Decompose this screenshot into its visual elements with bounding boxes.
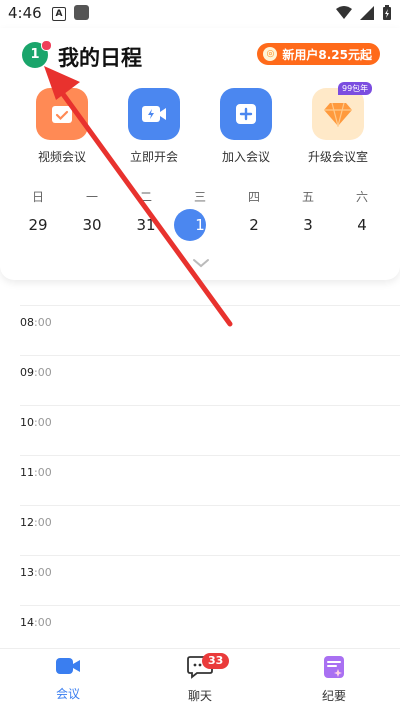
day-cell[interactable]: 2 [234,216,274,234]
hour: 09 [20,366,34,379]
promo-button[interactable]: ◎ 新用户8.25元起 [257,43,380,65]
day-cell[interactable]: 29 [18,216,58,234]
hour: 14 [20,616,34,629]
quick-actions: 视频会议 立即开会 加入会议 99包年 升级会议室 [0,82,400,168]
action-label: 立即开会 [129,150,178,164]
time-slot[interactable]: 08:00 [20,305,400,329]
time-slot[interactable]: 11:00 [20,455,400,479]
weekday-label: 二 [139,190,152,204]
action-label: 升级会议室 [307,150,368,164]
hour: 08 [20,316,34,329]
video-meeting-button[interactable]: 视频会议 [16,88,108,165]
minute: :00 [34,366,52,379]
coin-icon: ◎ [263,47,278,61]
hour: 12 [20,516,34,529]
time-slot[interactable]: 12:00 [20,505,400,529]
minute: :00 [34,616,52,629]
time-label: 12:00 [20,516,52,529]
day-cell[interactable]: 31 [126,216,166,234]
tab-notes[interactable]: 纪要 [284,655,384,704]
time-label: 14:00 [20,616,52,629]
plus-icon [220,88,272,140]
annual-tag: 99包年 [338,82,373,95]
tab-label: 会议 [55,687,80,701]
tab-label: 纪要 [321,689,346,703]
calendar-check-icon [36,88,88,140]
weekday-label: 四 [247,190,260,204]
time-slot[interactable]: 10:00 [20,405,400,429]
time-label: 09:00 [20,366,52,379]
time-slot[interactable]: 13:00 [20,555,400,579]
battery-icon [383,5,391,20]
avatar-notification-dot [41,40,52,51]
unread-badge: 33 [202,653,230,669]
minute: :00 [34,516,52,529]
minute: :00 [34,316,52,329]
time-label: 11:00 [20,466,52,479]
signal-icon [360,6,374,20]
hour: 11 [20,466,34,479]
time-slot[interactable]: 09:00 [20,355,400,379]
hour: 13 [20,566,34,579]
wifi-icon [336,6,352,19]
day-cell[interactable]: 3 [288,216,328,234]
hour: 10 [20,416,34,429]
weekday-label: 五 [301,190,314,204]
upgrade-room-button[interactable]: 99包年 升级会议室 [292,82,384,165]
time-slot[interactable]: 14:00 [20,605,400,629]
action-label: 视频会议 [37,150,86,164]
notification-a-icon: A [52,7,66,21]
weekday-label: 六 [355,190,368,204]
diamond-icon: 99包年 [312,82,373,140]
chevron-down-icon[interactable] [192,258,210,268]
minute: :00 [34,566,52,579]
weekday-label: 三 [193,190,206,204]
header-card: 1 我的日程 ◎ 新用户8.25元起 视频会议 立即开会 加入会议 99包年 升… [0,28,400,280]
status-time: 4:46 [8,4,42,22]
weekday-label: 一 [85,190,98,204]
weekday-label: 日 [31,190,44,204]
notification-square-icon [74,5,89,20]
action-label: 加入会议 [221,150,270,164]
day-cell[interactable]: 4 [342,216,382,234]
join-meeting-button[interactable]: 加入会议 [200,88,292,165]
time-label: 08:00 [20,316,52,329]
tab-label: 聊天 [187,689,212,703]
minute: :00 [34,466,52,479]
day-cell[interactable]: 30 [72,216,112,234]
minute: :00 [34,416,52,429]
time-label: 10:00 [20,416,52,429]
notes-sparkle-icon [324,656,344,678]
video-bolt-icon [128,88,180,140]
promo-label: 新用户8.25元起 [282,47,372,62]
tab-chat[interactable]: 33 聊天 [150,653,250,704]
day-timeline[interactable]: 08:00 09:00 10:00 11:00 12:00 13:00 14:0… [0,280,400,648]
bottom-tab-bar: 会议 33 聊天 纪要 [0,648,400,711]
time-label: 13:00 [20,566,52,579]
status-bar: 4:46 A [0,0,400,28]
page-title: 我的日程 [58,46,142,70]
week-strip: 日 一 二 三 四 五 六 [10,188,390,210]
day-cell-selected[interactable]: 1 [180,216,220,234]
start-meeting-button[interactable]: 立即开会 [108,88,200,165]
video-camera-icon [56,658,80,674]
tab-meetings[interactable]: 会议 [18,655,118,702]
